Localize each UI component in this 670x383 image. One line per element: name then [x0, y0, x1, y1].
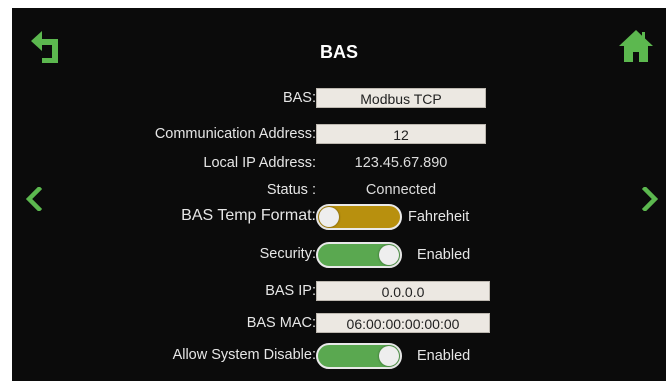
bas-row: BAS: Modbus TCP: [12, 86, 666, 110]
bas-label: BAS:: [282, 90, 316, 106]
temp-format-toggle[interactable]: [316, 204, 402, 230]
bas-mac-label: BAS MAC:: [246, 315, 316, 331]
allow-disable-toggle[interactable]: [316, 343, 402, 369]
security-label: Security:: [259, 246, 316, 262]
local-ip-value: 123.45.67.890: [354, 155, 448, 171]
allow-disable-row: Allow System Disable: Enabled: [12, 343, 666, 369]
security-toggle[interactable]: [316, 242, 402, 268]
local-ip-label: Local IP Address:: [203, 155, 316, 171]
comm-address-row: Communication Address: 12: [12, 122, 666, 146]
temp-format-value: Fahreheit: [408, 209, 470, 225]
bas-screen: BAS BAS: Modbus TCP Communication Addres…: [12, 8, 666, 381]
page-title: BAS: [319, 42, 358, 62]
bas-mac-field[interactable]: 06:00:00:00:00:00: [316, 313, 490, 333]
comm-address-field[interactable]: 12: [316, 124, 486, 144]
toggle-knob: [379, 245, 399, 265]
bas-mac-row: BAS MAC: 06:00:00:00:00:00: [12, 311, 666, 335]
status-row: Status : Connected: [12, 178, 666, 202]
status-value: Connected: [365, 182, 437, 198]
status-label: Status :: [266, 182, 316, 198]
security-value: Enabled: [417, 247, 471, 263]
toggle-knob: [379, 346, 399, 366]
bas-ip-row: BAS IP: 0.0.0.0: [12, 279, 666, 303]
bas-ip-label: BAS IP:: [265, 283, 316, 299]
home-icon: [619, 30, 653, 62]
bas-ip-field[interactable]: 0.0.0.0: [316, 281, 490, 301]
allow-disable-value: Enabled: [417, 348, 471, 364]
temp-format-label: BAS Temp Format:: [181, 207, 316, 224]
comm-address-label: Communication Address:: [154, 126, 316, 142]
local-ip-row: Local IP Address: 123.45.67.890: [12, 151, 666, 175]
bas-protocol-select[interactable]: Modbus TCP: [316, 88, 486, 108]
allow-disable-label: Allow System Disable:: [172, 347, 316, 363]
temp-format-row: BAS Temp Format: Fahreheit: [12, 204, 666, 230]
toggle-knob: [319, 207, 339, 227]
home-button[interactable]: [616, 26, 656, 66]
security-row: Security: Enabled: [12, 242, 666, 268]
